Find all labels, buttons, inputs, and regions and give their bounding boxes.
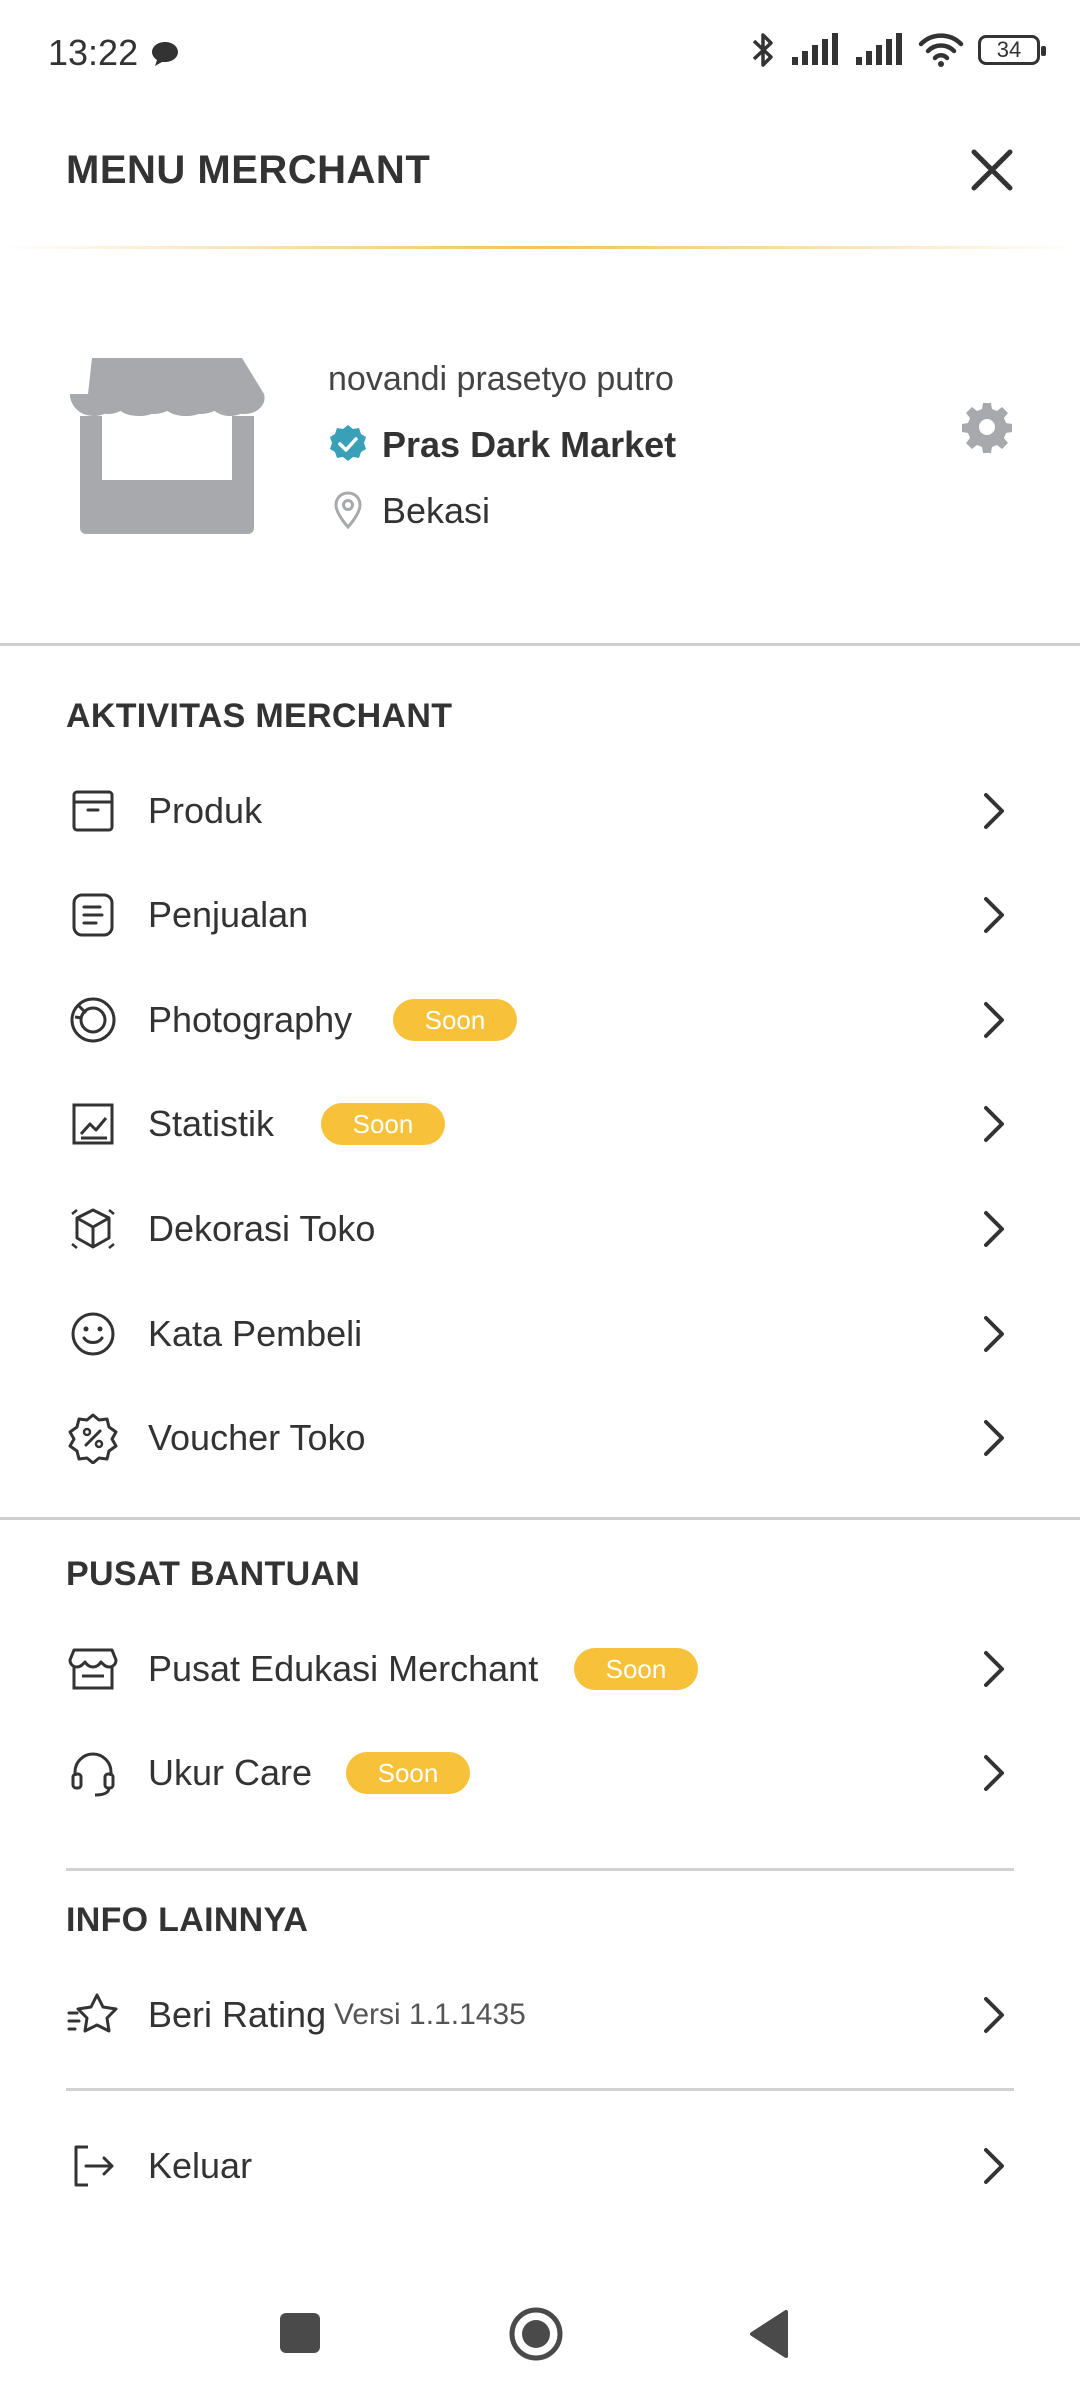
- store-logo: [62, 356, 272, 541]
- status-time: 13:22: [48, 32, 139, 73]
- menu-item-label: Keluar: [148, 2145, 253, 2186]
- menu-item-beri-rating[interactable]: Beri Rating Versi 1.1.1435: [0, 1963, 1080, 2067]
- section-divider: [66, 2088, 1014, 2091]
- camera-lens-icon: [66, 993, 120, 1047]
- chevron-right-icon: [984, 793, 1004, 829]
- section-divider: [0, 643, 1080, 646]
- chat-notification-icon: [150, 40, 180, 73]
- section-title-aktivitas: AKTIVITAS MERCHANT: [66, 697, 453, 735]
- menu-item-label: Pusat Edukasi Merchant: [148, 1648, 539, 1689]
- smile-icon: [66, 1307, 120, 1361]
- page-title: MENU MERCHANT: [66, 148, 431, 192]
- verified-badge-icon: [328, 424, 368, 469]
- section-divider: [0, 1517, 1080, 1520]
- signal-icon: [856, 33, 902, 65]
- section-divider: [66, 1868, 1014, 1871]
- home-circle-icon: [509, 2307, 563, 2361]
- wifi-icon: [918, 33, 964, 67]
- chevron-right-icon: [984, 1651, 1004, 1687]
- chevron-right-icon: [984, 1997, 1004, 2033]
- close-icon: [971, 149, 1013, 191]
- menu-item-photography[interactable]: Photography Soon: [0, 968, 1080, 1072]
- box-icon: [66, 784, 120, 838]
- menu-item-label: Statistik: [148, 1103, 275, 1144]
- menu-item-voucher-toko[interactable]: Voucher Toko: [0, 1386, 1080, 1490]
- header-divider: [0, 246, 1080, 249]
- store-location: Bekasi: [382, 490, 491, 531]
- headset-icon: [66, 1746, 120, 1800]
- menu-item-statistik[interactable]: Statistik Soon: [0, 1072, 1080, 1176]
- menu-item-label: Ukur Care: [148, 1752, 313, 1793]
- chevron-right-icon: [984, 1316, 1004, 1352]
- chevron-right-icon: [984, 2148, 1004, 2184]
- menu-item-label: Penjualan: [148, 894, 309, 935]
- status-icons: 34: [750, 30, 1046, 70]
- chevron-right-icon: [984, 1755, 1004, 1791]
- back-button[interactable]: [748, 2308, 790, 2365]
- menu-item-keluar[interactable]: Keluar: [0, 2114, 1080, 2218]
- chart-icon: [66, 1097, 120, 1151]
- soon-badge: Soon: [393, 999, 517, 1041]
- menu-item-produk[interactable]: Produk: [0, 759, 1080, 863]
- soon-badge: Soon: [346, 1752, 470, 1794]
- menu-item-kata-pembeli[interactable]: Kata Pembeli: [0, 1282, 1080, 1386]
- menu-item-penjualan[interactable]: Penjualan: [0, 863, 1080, 967]
- back-triangle-icon: [750, 2310, 788, 2358]
- location-pin-icon: [332, 490, 364, 535]
- menu-item-dekorasi-toko[interactable]: Dekorasi Toko: [0, 1177, 1080, 1281]
- recent-apps-button[interactable]: [280, 2313, 320, 2353]
- section-title-info: INFO LAINNYA: [66, 1901, 309, 1939]
- menu-item-label: Voucher Toko: [148, 1417, 366, 1458]
- discount-badge-icon: [66, 1411, 120, 1465]
- menu-item-ukur-care[interactable]: Ukur Care Soon: [0, 1721, 1080, 1825]
- settings-gear-icon[interactable]: [960, 400, 1014, 459]
- store-icon: [66, 1642, 120, 1696]
- receipt-icon: [66, 888, 120, 942]
- menu-item-label: Photography: [148, 999, 353, 1040]
- menu-item-label: Beri Rating: [148, 1994, 327, 2035]
- logout-icon: [66, 2139, 120, 2193]
- store-name: Pras Dark Market: [382, 424, 677, 465]
- menu-item-pusat-edukasi[interactable]: Pusat Edukasi Merchant Soon: [0, 1617, 1080, 1721]
- menu-item-label: Produk: [148, 790, 263, 831]
- cube-icon: [66, 1202, 120, 1256]
- bluetooth-icon: [752, 33, 773, 67]
- menu-item-label: Kata Pembeli: [148, 1313, 363, 1354]
- soon-badge: Soon: [321, 1103, 445, 1145]
- close-button[interactable]: [962, 140, 1022, 200]
- chevron-right-icon: [984, 1106, 1004, 1142]
- battery-indicator: 34: [978, 35, 1046, 65]
- soon-badge: Soon: [574, 1648, 698, 1690]
- app-version: Versi 1.1.1435: [334, 1998, 526, 2031]
- owner-name: novandi prasetyo putro: [328, 360, 674, 398]
- chevron-right-icon: [984, 1211, 1004, 1247]
- section-title-bantuan: PUSAT BANTUAN: [66, 1555, 361, 1593]
- menu-item-label: Dekorasi Toko: [148, 1208, 376, 1249]
- chevron-right-icon: [984, 1420, 1004, 1456]
- chevron-right-icon: [984, 897, 1004, 933]
- home-button[interactable]: [508, 2306, 564, 2367]
- chevron-right-icon: [984, 1002, 1004, 1038]
- star-icon: [66, 1988, 120, 2042]
- signal-icon: [792, 33, 838, 65]
